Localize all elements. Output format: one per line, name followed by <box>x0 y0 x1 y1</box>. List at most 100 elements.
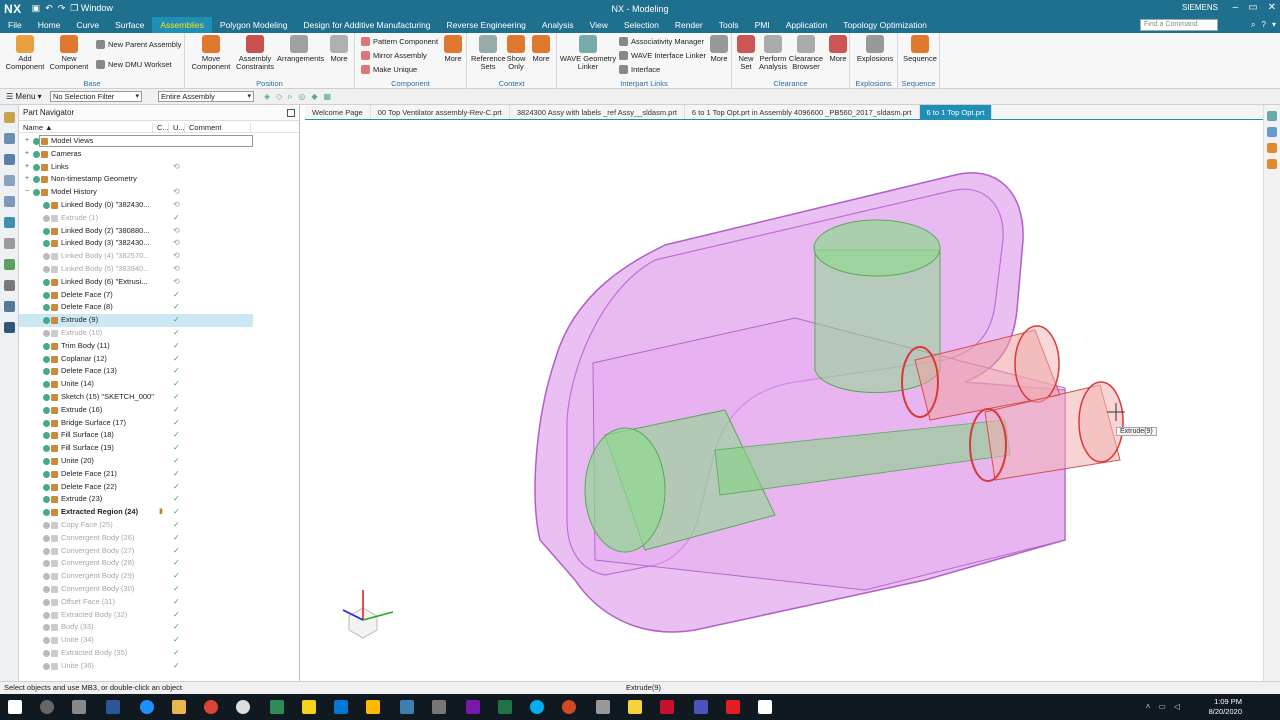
visibility-icon[interactable] <box>43 509 50 517</box>
tree-row[interactable]: Unite (20) ✓ <box>19 455 300 468</box>
app-icon-5[interactable] <box>432 700 446 714</box>
navigator-pin-icon[interactable] <box>287 109 295 117</box>
document-tab[interactable]: 00 Top Ventilator assembly-Rev-C.prt <box>371 105 510 119</box>
edge-icon[interactable] <box>140 700 154 714</box>
app-icon-4[interactable] <box>366 700 380 714</box>
visibility-icon[interactable] <box>43 483 50 491</box>
visibility-icon[interactable] <box>43 394 50 401</box>
roles-icon[interactable] <box>3 280 15 291</box>
expand-toggle-icon[interactable]: + <box>23 135 31 148</box>
tab-topology-optimization[interactable]: Topology Optimization <box>835 17 935 33</box>
tab-polygon-modeling[interactable]: Polygon Modeling <box>212 17 296 33</box>
taskbar-clock[interactable]: 1:09 PM 8/20/2020 <box>1209 697 1242 717</box>
tree-row[interactable]: Unite (14) ✓ <box>19 378 300 391</box>
expand-toggle-icon[interactable]: + <box>23 161 31 174</box>
maximize-icon[interactable]: ▭ <box>1248 2 1257 13</box>
history-icon[interactable] <box>3 238 15 249</box>
tree-row[interactable]: Trim Body (11) ✓ <box>19 340 300 353</box>
visibility-icon[interactable] <box>33 189 40 197</box>
column-u[interactable]: U... <box>169 123 185 132</box>
visibility-icon[interactable] <box>43 266 50 273</box>
search-icon[interactable]: ⌕ <box>1251 20 1255 30</box>
file-explorer-icon[interactable] <box>172 700 186 714</box>
visibility-icon[interactable] <box>33 150 40 158</box>
visibility-icon[interactable] <box>43 470 50 478</box>
tree-row[interactable]: Extrude (10) ✓ <box>19 327 300 340</box>
windows-start-icon[interactable] <box>8 700 22 714</box>
visibility-icon[interactable] <box>43 624 50 632</box>
tab-surface[interactable]: Surface <box>107 17 152 33</box>
visibility-icon[interactable] <box>43 214 50 222</box>
visibility-icon[interactable] <box>43 547 50 555</box>
visibility-icon[interactable] <box>43 227 50 235</box>
interface-button[interactable]: Interface <box>619 65 660 74</box>
column-comment[interactable]: Comment <box>185 123 251 132</box>
document-tab[interactable]: 3824300 Assy with labels _ref Assy__slda… <box>510 105 685 119</box>
selection-filter-dropdown[interactable]: No Selection Filter <box>50 91 142 102</box>
expand-toggle-icon[interactable]: − <box>23 186 31 199</box>
position-more-button[interactable]: More <box>327 35 351 63</box>
arrangements-button[interactable]: Arrangements <box>277 35 324 63</box>
visibility-icon[interactable] <box>43 330 50 337</box>
selection-scope-dropdown[interactable]: Entire Assembly <box>158 91 254 102</box>
visibility-icon[interactable] <box>43 419 50 427</box>
tab-selection[interactable]: Selection <box>616 17 667 33</box>
tree-row[interactable]: Linked Body (3) "382430... ⟲ <box>19 237 300 250</box>
skype-icon[interactable] <box>530 700 544 714</box>
visibility-icon[interactable] <box>43 573 50 581</box>
rightbar-tool2-icon[interactable] <box>1267 127 1277 137</box>
visibility-icon[interactable] <box>43 496 50 504</box>
assembly-navigator-icon[interactable] <box>3 112 15 123</box>
component-more-button[interactable]: More <box>441 35 465 63</box>
reference-sets-button[interactable]: Reference Sets <box>471 35 506 71</box>
mirror-assembly-button[interactable]: Mirror Assembly <box>361 51 427 60</box>
pattern-component-button[interactable]: Pattern Component <box>361 37 438 46</box>
tree-row[interactable]: Extrude (16) ✓ <box>19 404 300 417</box>
interpart-more-button[interactable]: More <box>707 35 731 63</box>
column-name[interactable]: Name ▲ <box>19 123 153 132</box>
powerpoint-icon[interactable] <box>562 700 576 714</box>
app-icon-6[interactable] <box>596 700 610 714</box>
excel-icon[interactable] <box>498 700 512 714</box>
word-icon[interactable] <box>106 700 120 714</box>
task-view-icon[interactable] <box>72 700 86 714</box>
tree-row[interactable]: Convergent Body (30) ✓ <box>19 583 300 596</box>
visibility-icon[interactable] <box>43 342 50 350</box>
command-finder-input[interactable]: Find a Command <box>1140 19 1218 31</box>
tree-row[interactable]: Body (33) ✓ <box>19 621 300 634</box>
tree-row[interactable]: Extrude (1) ✓ <box>19 212 300 225</box>
expand-toggle-icon[interactable]: + <box>23 173 31 186</box>
visibility-icon[interactable] <box>43 304 50 312</box>
rightbar-tool1-icon[interactable] <box>1267 111 1277 121</box>
new-set-button[interactable]: New Set <box>734 35 758 71</box>
tray-chevron-icon[interactable]: ˄ <box>1146 702 1151 711</box>
outlook-icon[interactable] <box>334 700 348 714</box>
palette-icon[interactable] <box>3 322 15 333</box>
clearance-more-button[interactable]: More <box>826 35 850 63</box>
app-icon-2[interactable] <box>270 700 284 714</box>
show-only-button[interactable]: Show Only <box>503 35 529 71</box>
visibility-icon[interactable] <box>43 317 50 325</box>
menu-button[interactable]: ☰ Menu ▾ <box>0 92 50 101</box>
visibility-icon[interactable] <box>43 355 50 363</box>
visibility-icon[interactable] <box>43 445 50 453</box>
rightbar-tool4-icon[interactable] <box>1267 159 1277 169</box>
visibility-icon[interactable] <box>43 381 50 389</box>
expand-toggle-icon[interactable]: + <box>23 148 31 161</box>
visibility-icon[interactable] <box>43 522 50 529</box>
snap-center-icon[interactable]: ◎ <box>298 92 305 101</box>
rightbar-tool3-icon[interactable] <box>1267 143 1277 153</box>
tree-row[interactable]: Delete Face (13) ✓ <box>19 365 300 378</box>
ribbon-options-icon[interactable]: ▾ <box>1272 20 1276 30</box>
window-menu[interactable]: ❐ Window <box>70 3 113 14</box>
snap-quadrant-icon[interactable]: ◆ <box>311 92 317 101</box>
onenote-icon[interactable] <box>466 700 480 714</box>
visibility-icon[interactable] <box>33 176 40 184</box>
make-unique-button[interactable]: Make Unique <box>361 65 417 74</box>
document-tab[interactable]: Welcome Page <box>305 105 371 119</box>
tree-row[interactable]: Fill Surface (18) ✓ <box>19 429 300 442</box>
tree-row[interactable]: Unite (36) ✓ <box>19 660 300 673</box>
add-component-button[interactable]: Add Component <box>4 35 46 71</box>
tree-row[interactable]: Extrude (23) ✓ <box>19 493 300 506</box>
visibility-icon[interactable] <box>43 662 50 670</box>
